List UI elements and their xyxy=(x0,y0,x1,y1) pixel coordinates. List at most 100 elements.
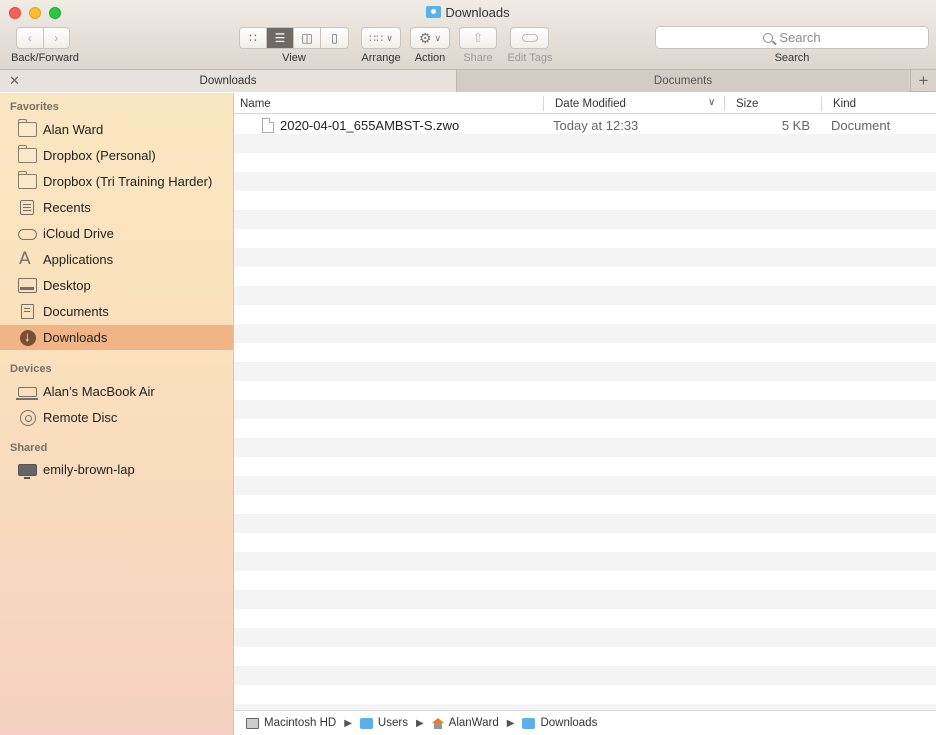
sidebar-item-label: Desktop xyxy=(43,278,91,293)
sidebar-item-recents[interactable]: Recents xyxy=(0,195,233,220)
cloud-icon xyxy=(18,229,37,240)
action-button[interactable]: ⚙ ∨ xyxy=(410,27,450,49)
chevron-right-icon: › xyxy=(54,31,59,45)
sidebar: Favorites Alan Ward Dropbox (Personal) D… xyxy=(0,93,234,735)
edit-tags-label: Edit Tags xyxy=(507,52,553,64)
back-forward-label: Back/Forward xyxy=(11,52,79,64)
close-tab-icon[interactable]: ✕ xyxy=(9,73,20,89)
gallery-view-button[interactable]: ▯ xyxy=(321,28,348,48)
back-button[interactable]: ‹ xyxy=(17,28,44,48)
share-button[interactable]: ⇧ xyxy=(459,27,497,49)
edit-tags-button[interactable] xyxy=(510,27,549,49)
file-size: 5 KB xyxy=(781,117,810,133)
column-header-bar: Name Date Modified ∨ Size Kind xyxy=(234,93,936,114)
tab-bar: ✕ Downloads Documents + xyxy=(0,70,936,92)
sidebar-item-alan-ward[interactable]: Alan Ward xyxy=(0,117,233,142)
monitor-icon xyxy=(18,463,37,479)
arrange-grid-icon: ∷∷ xyxy=(369,32,384,45)
column-header-date-modified[interactable]: Date Modified xyxy=(555,93,715,114)
gear-icon: ⚙ xyxy=(418,29,432,46)
sidebar-item-label: Alan Ward xyxy=(43,122,104,137)
sidebar-item-label: Recents xyxy=(43,200,91,215)
arrange-label: Arrange xyxy=(361,52,401,64)
folder-icon xyxy=(359,717,373,729)
new-tab-button[interactable]: + xyxy=(910,70,936,92)
favorites-heading: Favorites xyxy=(10,101,59,113)
sidebar-item-label: Dropbox (Tri Training Harder) xyxy=(43,174,213,189)
sidebar-item-dropbox-tri[interactable]: Dropbox (Tri Training Harder) xyxy=(0,169,233,194)
devices-heading: Devices xyxy=(10,363,52,375)
search-label: Search xyxy=(774,52,810,64)
sidebar-item-desktop[interactable]: Desktop xyxy=(0,273,233,298)
path-item-macintosh-hd[interactable]: Macintosh HD xyxy=(246,717,336,729)
chevron-right-icon: ▶ xyxy=(415,717,424,729)
path-item-alanward[interactable]: AlanWard xyxy=(431,717,499,729)
sidebar-item-label: iCloud Drive xyxy=(43,226,114,241)
search-placeholder: Search xyxy=(779,30,821,45)
column-divider[interactable] xyxy=(543,96,544,111)
action-label: Action xyxy=(414,52,446,64)
sidebar-item-icloud-drive[interactable]: iCloud Drive xyxy=(0,221,233,246)
column-divider[interactable] xyxy=(724,96,725,111)
sidebar-item-documents[interactable]: Documents xyxy=(0,299,233,324)
column-divider[interactable] xyxy=(821,96,822,111)
grid-icon: ∷ xyxy=(249,31,257,45)
tag-icon xyxy=(521,34,538,42)
sidebar-item-macbook-air[interactable]: Alan’s MacBook Air xyxy=(0,379,233,404)
sidebar-item-emily-brown-lap[interactable]: emily-brown-lap xyxy=(0,457,233,482)
downloads-folder-icon xyxy=(522,717,536,729)
sidebar-item-downloads[interactable]: Downloads xyxy=(0,325,233,350)
home-icon xyxy=(431,717,444,729)
column-header-name[interactable]: Name xyxy=(240,93,540,114)
search-icon xyxy=(763,32,774,43)
chevron-right-icon: ▶ xyxy=(344,717,352,729)
file-kind: Document xyxy=(831,117,891,133)
table-row[interactable]: 2020-04-01_655AMBST-S.zwo Today at 12:33… xyxy=(234,115,936,135)
downloads-folder-icon xyxy=(426,6,442,18)
folder-icon xyxy=(18,171,37,189)
column-header-size[interactable]: Size xyxy=(736,93,816,114)
folder-icon xyxy=(18,119,37,137)
finder-window: Downloads ‹ › Back/Forward ∷ ☰ ◫ ▯ View … xyxy=(0,0,936,735)
column-header-kind[interactable]: Kind xyxy=(833,93,933,114)
list-view-button[interactable]: ☰ xyxy=(267,28,294,48)
forward-button[interactable]: › xyxy=(44,28,70,48)
downloads-icon xyxy=(20,329,36,346)
window-title-text: Downloads xyxy=(445,5,510,20)
sidebar-item-label: Dropbox (Personal) xyxy=(43,148,156,163)
desktop-icon xyxy=(18,278,37,293)
applications-icon xyxy=(18,249,37,269)
documents-icon xyxy=(21,304,34,319)
shared-heading: Shared xyxy=(10,442,48,454)
path-item-label: Macintosh HD xyxy=(264,717,337,729)
tab-documents[interactable]: Documents xyxy=(457,70,909,92)
sidebar-item-remote-disc[interactable]: Remote Disc xyxy=(0,405,233,430)
sidebar-item-dropbox-personal[interactable]: Dropbox (Personal) xyxy=(0,143,233,168)
arrange-button[interactable]: ∷∷ ∨ xyxy=(361,27,401,49)
chevron-down-icon: ∨ xyxy=(386,32,393,43)
icon-view-button[interactable]: ∷ xyxy=(240,28,267,48)
tab-label: Documents xyxy=(653,75,713,87)
chevron-left-icon: ‹ xyxy=(27,31,32,45)
window-title: Downloads xyxy=(0,5,936,20)
tab-downloads[interactable]: ✕ Downloads xyxy=(0,70,457,92)
share-icon: ⇧ xyxy=(472,30,484,45)
path-item-users[interactable]: Users xyxy=(359,717,408,729)
gallery-icon: ▯ xyxy=(331,31,338,45)
file-name: 2020-04-01_655AMBST-S.zwo xyxy=(280,117,460,133)
search-field[interactable]: Search xyxy=(655,26,929,49)
columns-icon: ◫ xyxy=(301,31,313,45)
tab-label: Downloads xyxy=(199,75,257,87)
disc-icon xyxy=(20,409,36,426)
sidebar-item-label: Applications xyxy=(43,252,114,267)
view-mode-control: ∷ ☰ ◫ ▯ xyxy=(239,27,349,49)
path-item-downloads[interactable]: Downloads xyxy=(522,717,597,729)
list-icon: ☰ xyxy=(274,31,286,45)
file-name-cell: 2020-04-01_655AMBST-S.zwo xyxy=(262,115,552,135)
column-view-button[interactable]: ◫ xyxy=(294,28,321,48)
path-item-label: Users xyxy=(377,717,408,729)
back-forward-control: ‹ › xyxy=(16,27,70,49)
chevron-down-icon: ∨ xyxy=(434,32,442,43)
sidebar-item-applications[interactable]: Applications xyxy=(0,247,233,272)
file-rows-area[interactable] xyxy=(234,115,936,710)
